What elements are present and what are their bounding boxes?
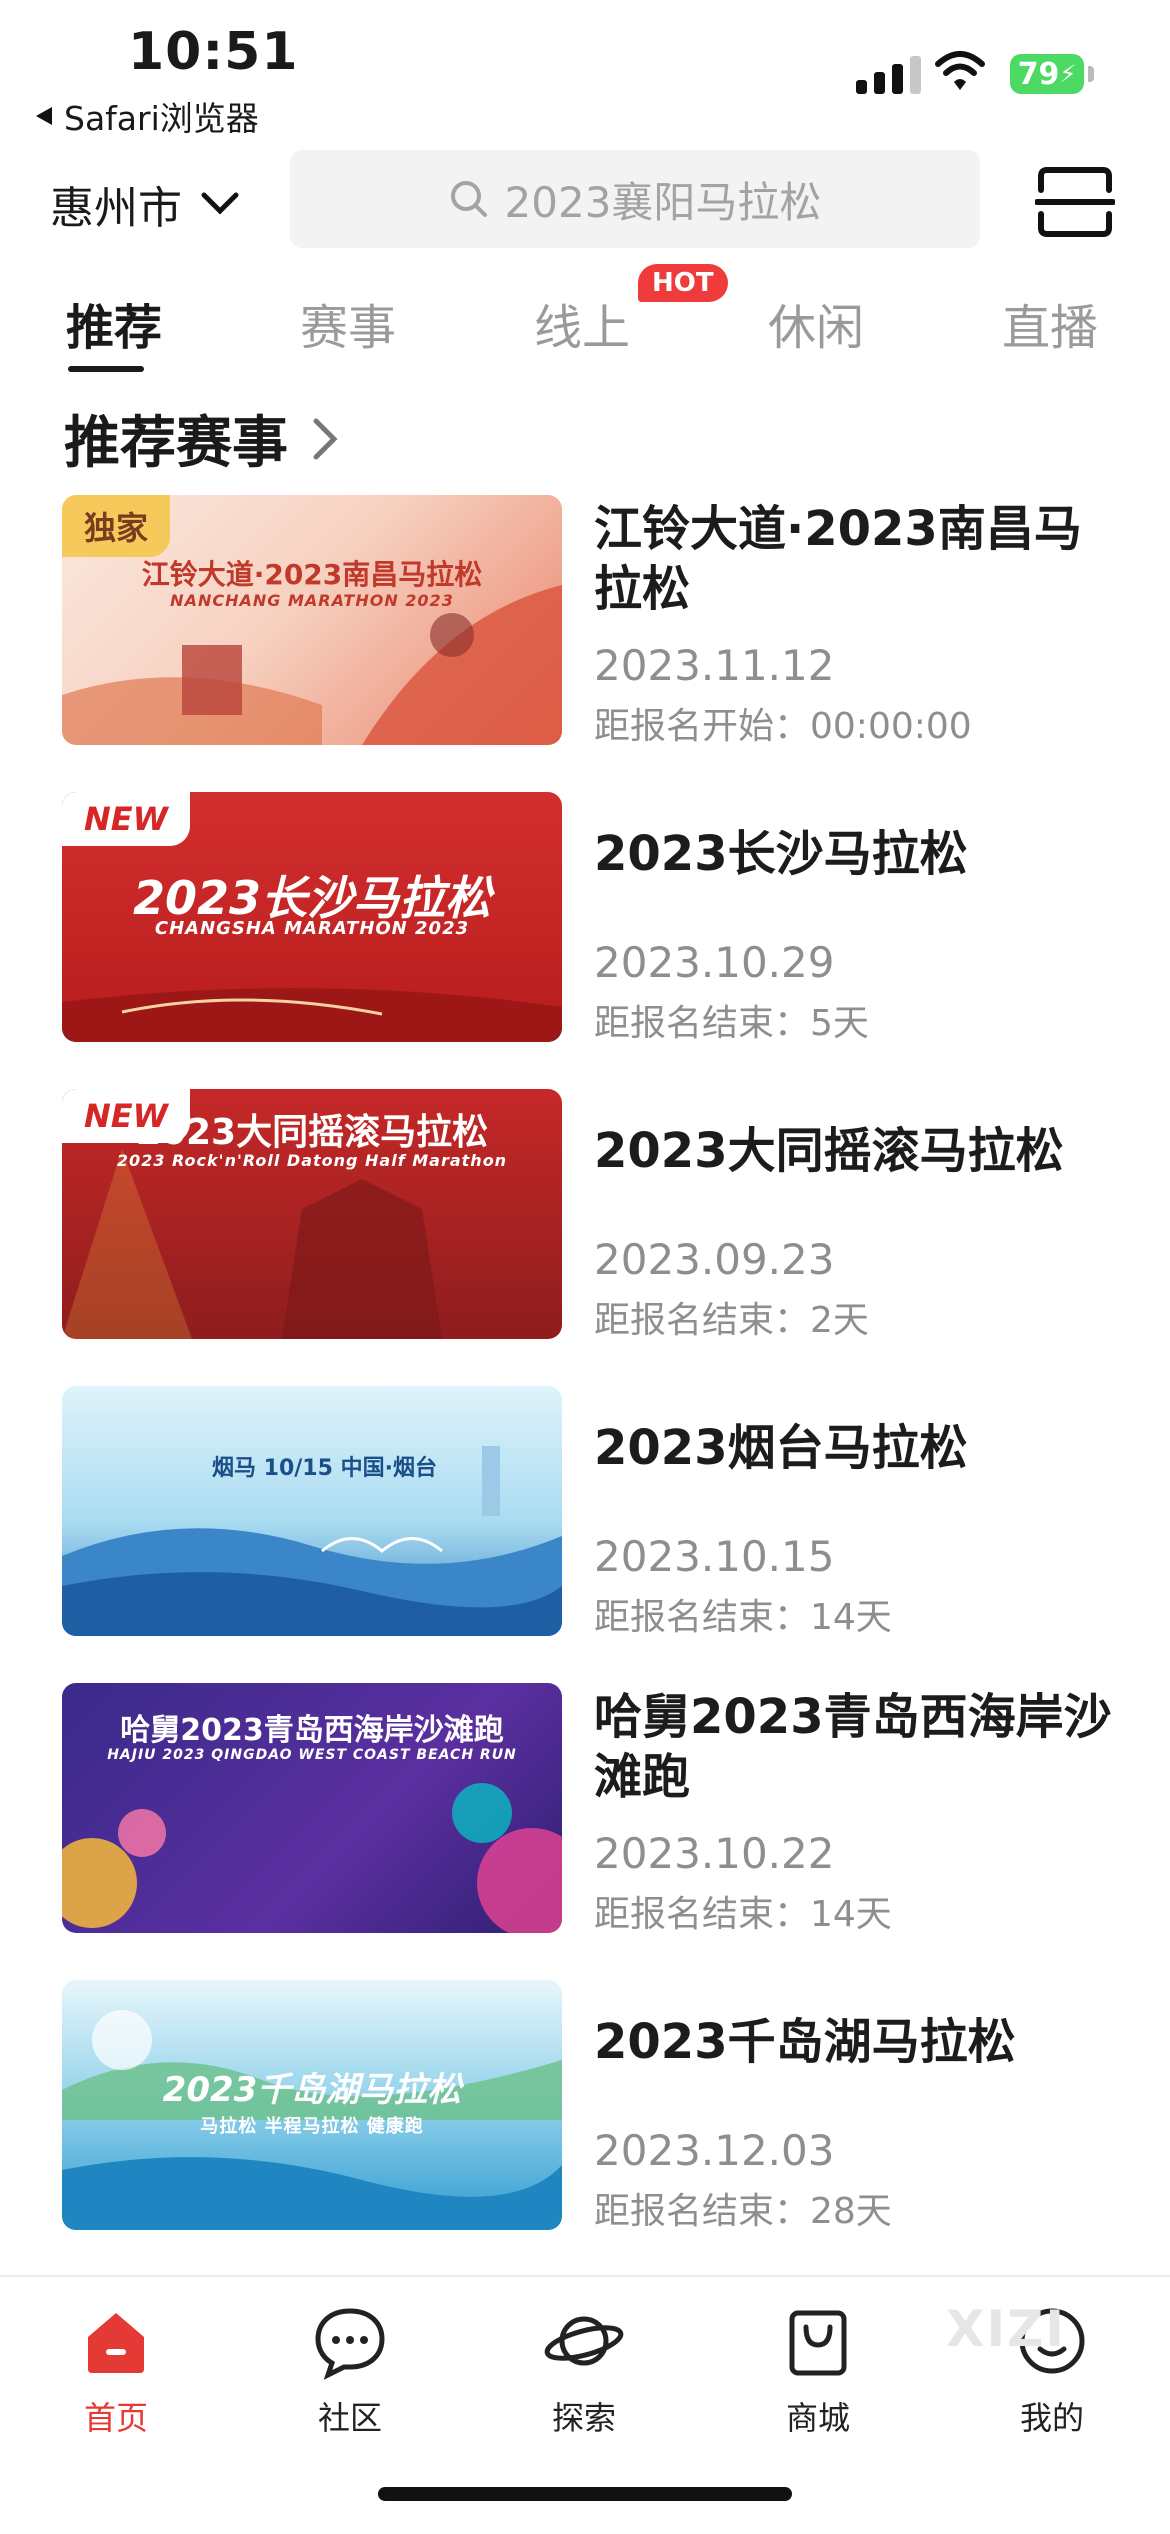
thumbnail-title: 哈舅2023青岛西海岸沙滩跑	[120, 1713, 504, 1748]
tabbar-shop[interactable]: 商城	[728, 2301, 908, 2439]
event-date: 2023.09.23	[594, 1235, 835, 1284]
thumbnail-title: 2023千岛湖马拉松	[162, 2070, 462, 2110]
event-card[interactable]: 2023长沙马拉松 CHANGSHA MARATHON 2023 NEW 202…	[0, 792, 1170, 1044]
registration-status: 距报名结束：14天	[594, 1894, 892, 1935]
battery-level: 79	[1017, 56, 1060, 92]
scan-icon[interactable]	[1035, 162, 1115, 242]
active-tab-indicator	[68, 366, 144, 372]
event-date: 2023.10.29	[594, 938, 835, 987]
back-to-app-link[interactable]: Safari浏览器	[34, 92, 259, 140]
hot-badge: HOT	[638, 264, 728, 302]
chevron-right-icon	[313, 418, 338, 459]
event-title: 江铃大道·2023南昌马拉松	[594, 501, 1082, 617]
event-card[interactable]: 烟马 10/15 中国·烟台 2023烟台马拉松 2023.10.15 距报名结…	[0, 1386, 1170, 1638]
event-thumbnail: 烟马 10/15 中国·烟台	[62, 1386, 562, 1636]
city-label: 惠州市	[50, 183, 182, 234]
chat-bubble-icon	[315, 2308, 385, 2380]
tab-leisure[interactable]: 休闲	[768, 288, 864, 358]
search-input[interactable]: 2023襄阳马拉松	[290, 150, 980, 248]
city-selector[interactable]: 惠州市	[50, 172, 240, 236]
new-badge: NEW	[62, 1089, 190, 1143]
status-bar: 10:51 Safari浏览器 79 ⚡	[0, 0, 1170, 140]
event-title: 2023千岛湖马拉松	[594, 2014, 1016, 2070]
registration-status: 距报名结束：14天	[594, 1597, 892, 1638]
tabbar-explore[interactable]: 探索	[494, 2301, 674, 2439]
back-triangle-icon	[36, 107, 52, 125]
event-card[interactable]: 哈舅2023青岛西海岸沙滩跑 HAJIU 2023 QINGDAO WEST C…	[0, 1683, 1170, 1935]
event-info: 2023烟台马拉松 2023.10.15 距报名结束：14天	[594, 1386, 1114, 1638]
event-info: 2023长沙马拉松 2023.10.29 距报名结束：5天	[594, 792, 1114, 1044]
event-card[interactable]: 2023千岛湖马拉松 马拉松 半程马拉松 健康跑 2023千岛湖马拉松 2023…	[0, 1980, 1170, 2232]
event-date: 2023.10.22	[594, 1829, 835, 1878]
event-title: 2023长沙马拉松	[594, 826, 968, 882]
search-placeholder: 2023襄阳马拉松	[504, 177, 822, 227]
registration-status: 距报名结束：28天	[594, 2191, 892, 2232]
tab-live[interactable]: 直播	[1002, 288, 1098, 358]
thumbnail-title: 烟马 10/15 中国·烟台	[212, 1456, 437, 1481]
event-info: 2023大同摇滚马拉松 2023.09.23 距报名结束：2天	[594, 1089, 1114, 1341]
tab-recommend[interactable]: 推荐	[66, 288, 162, 358]
thumbnail-subtitle: NANCHANG MARATHON 2023	[170, 591, 454, 610]
event-title: 哈舅2023青岛西海岸沙滩跑	[594, 1689, 1112, 1805]
event-thumbnail: 江铃大道·2023南昌马拉松 NANCHANG MARATHON 2023 独家	[62, 495, 562, 745]
event-thumbnail: 2023长沙马拉松 CHANGSHA MARATHON 2023 NEW	[62, 792, 562, 1042]
battery-icon: 79 ⚡	[1010, 54, 1084, 94]
event-info: 哈舅2023青岛西海岸沙滩跑 2023.10.22 距报名结束：14天	[594, 1683, 1114, 1935]
new-badge: NEW	[62, 792, 190, 846]
battery-cap	[1088, 66, 1094, 82]
tabbar-home-label: 首页	[83, 2399, 148, 2437]
thumbnail-subtitle: 2023 Rock'n'Roll Datong Half Marathon	[116, 1151, 508, 1170]
registration-status: 距报名结束：5天	[594, 1003, 869, 1044]
tabbar-explore-label: 探索	[551, 2399, 616, 2437]
thumbnail-subtitle: CHANGSHA MARATHON 2023	[154, 918, 470, 939]
chevron-down-icon	[201, 192, 239, 215]
event-date: 2023.11.12	[594, 641, 835, 690]
shopping-bag-icon	[789, 2310, 847, 2376]
tab-online[interactable]: 线上	[534, 288, 630, 358]
search-icon	[450, 181, 487, 217]
registration-status: 距报名开始：00:00:00	[594, 706, 972, 747]
event-title: 2023烟台马拉松	[594, 1420, 968, 1476]
wifi-icon	[935, 51, 985, 90]
tabbar-community[interactable]: 社区	[260, 2301, 440, 2439]
thumbnail-title: 江铃大道·2023南昌马拉松	[141, 558, 483, 591]
back-app-label: Safari浏览器	[64, 99, 259, 138]
planet-icon	[544, 2316, 624, 2366]
registration-status: 距报名结束：2天	[594, 1300, 869, 1341]
home-indicator	[378, 2487, 792, 2501]
event-info: 2023千岛湖马拉松 2023.12.03 距报名结束：28天	[594, 1980, 1114, 2232]
status-time: 10:51	[128, 22, 299, 82]
section-header-recommended-events[interactable]: 推荐赛事	[64, 398, 338, 479]
top-bar: 惠州市 2023襄阳马拉松	[0, 150, 1170, 250]
event-title: 2023大同摇滚马拉松	[594, 1123, 1064, 1179]
thumbnail-art	[62, 1446, 562, 1636]
home-icon	[88, 2313, 144, 2373]
cellular-signal-icon	[856, 54, 921, 94]
event-card[interactable]: 2023大同摇滚马拉松 2023 Rock'n'Roll Datong Half…	[0, 1089, 1170, 1341]
tab-events[interactable]: 赛事	[300, 288, 396, 358]
exclusive-badge: 独家	[62, 495, 171, 557]
category-tabs: 推荐 赛事 线上 HOT 休闲 直播	[0, 264, 1170, 380]
event-thumbnail: 哈舅2023青岛西海岸沙滩跑 HAJIU 2023 QINGDAO WEST C…	[62, 1683, 562, 1933]
event-date: 2023.10.15	[594, 1532, 835, 1581]
tabbar-shop-label: 商城	[785, 2399, 850, 2437]
thumbnail-subtitle: 马拉松 半程马拉松 健康跑	[200, 2116, 424, 2137]
tabbar-profile-label: 我的	[1019, 2399, 1084, 2437]
tabbar-home[interactable]: 首页	[26, 2301, 206, 2439]
event-date: 2023.12.03	[594, 2126, 835, 2175]
event-thumbnail: 2023大同摇滚马拉松 2023 Rock'n'Roll Datong Half…	[62, 1089, 562, 1339]
event-card[interactable]: 江铃大道·2023南昌马拉松 NANCHANG MARATHON 2023 独家…	[0, 495, 1170, 747]
thumbnail-subtitle: HAJIU 2023 QINGDAO WEST COAST BEACH RUN	[107, 1747, 517, 1763]
event-info: 江铃大道·2023南昌马拉松 2023.11.12 距报名开始：00:00:00	[594, 495, 1114, 747]
watermark-logo: XIZI	[946, 2300, 1067, 2358]
event-thumbnail: 2023千岛湖马拉松 马拉松 半程马拉松 健康跑	[62, 1980, 562, 2230]
section-title: 推荐赛事	[64, 411, 288, 476]
tabbar-community-label: 社区	[317, 2399, 382, 2437]
